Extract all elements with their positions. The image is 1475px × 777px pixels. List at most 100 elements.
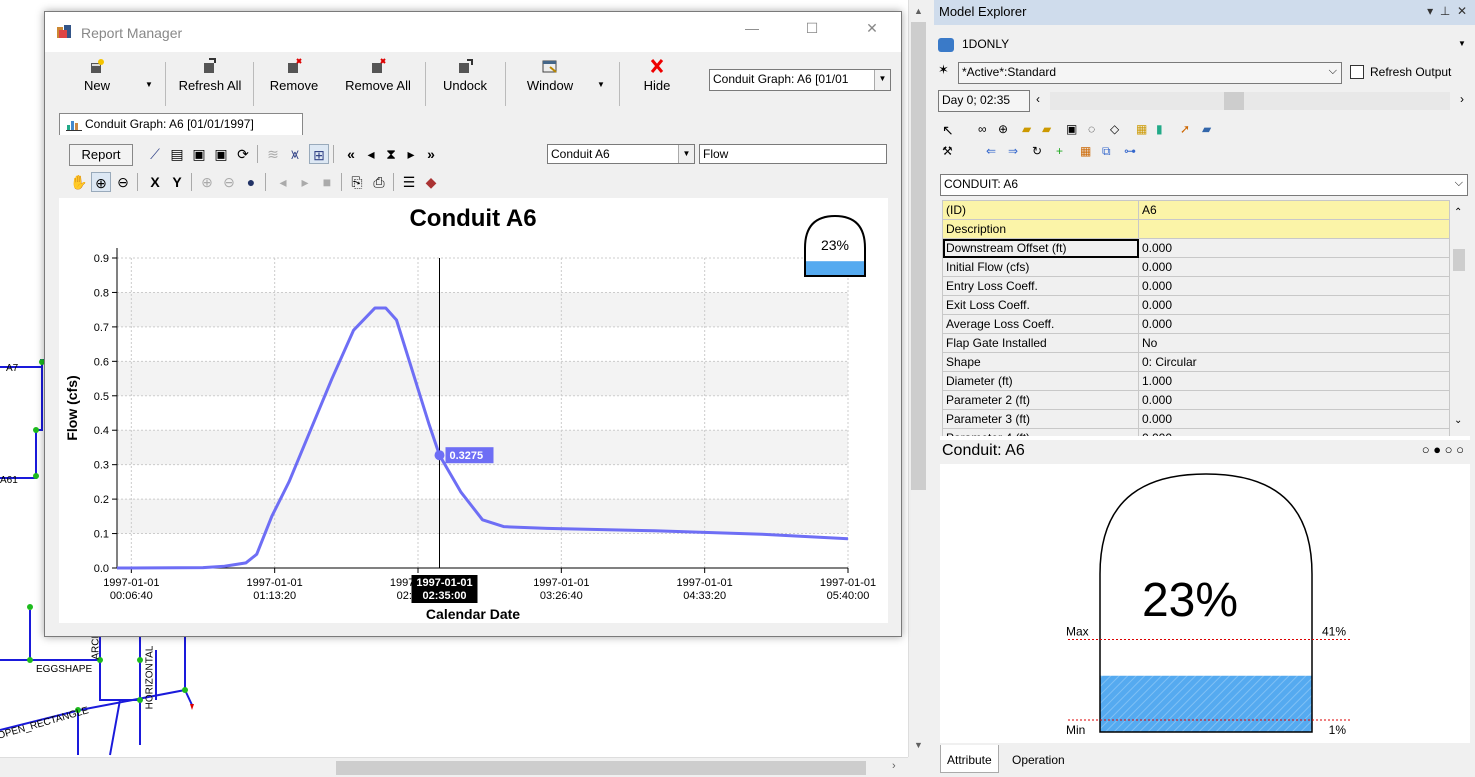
y-axis-icon[interactable]: Y [167, 172, 187, 192]
print-icon[interactable]: ⎙ [369, 172, 389, 192]
time-prev-icon[interactable]: ‹ [1036, 92, 1040, 106]
pan-hand-icon[interactable]: ✋ [69, 172, 89, 192]
eraser-icon[interactable]: ◇ [1110, 122, 1119, 136]
property-value[interactable]: A6 [1138, 200, 1450, 220]
scroll-up-icon[interactable]: ⌃ [1454, 207, 1462, 218]
open-icon[interactable]: ▰ [1042, 122, 1051, 136]
chart-area-icon[interactable]: ≋ [263, 144, 283, 164]
pipe-icon[interactable]: ⊶ [1124, 144, 1136, 158]
zoom-in-icon[interactable]: ⊕ [91, 172, 111, 192]
graph-select[interactable]: Conduit Graph: A6 [01/01 ▼ [709, 69, 891, 91]
model-row[interactable]: 1DONLY ▼ [938, 37, 1468, 52]
property-row[interactable]: Shape 0: Circular [942, 352, 1450, 372]
property-value[interactable]: 0.000 [1138, 390, 1450, 410]
history-icon[interactable]: ↻ [1032, 144, 1042, 158]
property-value[interactable] [1138, 219, 1450, 239]
property-value[interactable]: 0.000 [1138, 238, 1450, 258]
grid-icon[interactable]: ▦ [1080, 144, 1091, 158]
hide-button[interactable]: Hide [635, 58, 679, 93]
shape-icon[interactable]: ◌ [1088, 122, 1095, 136]
property-scroll-thumb[interactable] [1453, 249, 1465, 271]
property-row[interactable]: Downstream Offset (ft) 0.000 [942, 238, 1450, 258]
scroll-down-icon[interactable]: ⌄ [1454, 415, 1462, 426]
scenario-select[interactable]: *Active*:Standard ⌵ [958, 62, 1342, 84]
property-value[interactable]: 0.000 [1138, 257, 1450, 277]
copy-icon[interactable]: ▤ [167, 144, 187, 164]
property-value[interactable]: 0.000 [1138, 295, 1450, 315]
chevron-down-icon[interactable]: ▼ [874, 70, 890, 90]
property-value[interactable]: 0: Circular [1138, 352, 1450, 372]
copy-clipboard-icon[interactable]: ⎘ [347, 172, 367, 192]
property-row[interactable]: Description [942, 219, 1450, 239]
globe-icon[interactable]: ● [241, 172, 261, 192]
property-row[interactable]: Entry Loss Coeff. 0.000 [942, 276, 1450, 296]
last-step-icon[interactable]: » [421, 144, 441, 164]
flow-chart[interactable]: Conduit A6 Calendar Date Flow (cfs) 0.0 0… [59, 198, 888, 623]
panel-splitter[interactable] [927, 0, 934, 777]
variable-field[interactable]: Flow [699, 144, 887, 164]
time-next-icon[interactable]: › [1460, 92, 1464, 106]
save-all-icon[interactable]: ▣ [211, 144, 231, 164]
property-row[interactable]: Initial Flow (cfs) 0.000 [942, 257, 1450, 277]
zoom-icon[interactable]: ⊕ [998, 122, 1008, 136]
remove-all-button[interactable]: Remove All [337, 58, 419, 93]
new-button[interactable]: New [79, 58, 115, 93]
book-icon[interactable]: ◆ [421, 172, 441, 192]
property-row[interactable]: Flap Gate Installed No [942, 333, 1450, 353]
new-dropdown-icon[interactable]: ▼ [145, 80, 153, 89]
hammer-icon[interactable]: ⚒ [942, 144, 953, 158]
property-value[interactable]: 0.000 [1138, 314, 1450, 334]
pin-icon[interactable]: ▾ ⊥ ✕ [1427, 4, 1467, 18]
property-value[interactable]: No [1138, 333, 1450, 353]
run-icon[interactable]: ➚ [1180, 122, 1190, 136]
link-icon[interactable]: ∞ [978, 122, 987, 136]
library-icon[interactable]: ▰ [1202, 122, 1211, 136]
save-icon[interactable]: ▣ [189, 144, 209, 164]
scroll-thumb[interactable] [911, 22, 926, 490]
chevron-down-icon[interactable]: ⌵ [1329, 65, 1337, 78]
scroll-up-icon[interactable]: ▲ [909, 6, 928, 16]
close-button[interactable]: ✕ [857, 20, 887, 44]
copy-icon[interactable]: ⧉ [1102, 144, 1111, 159]
property-row[interactable]: Exit Loss Coeff. 0.000 [942, 295, 1450, 315]
page-dots[interactable]: ○ ● ○ ○ [1421, 442, 1464, 457]
refresh-output-checkbox[interactable] [1350, 65, 1364, 79]
property-row[interactable]: Parameter 2 (ft) 0.000 [942, 390, 1450, 410]
hscroll-thumb[interactable] [336, 761, 866, 775]
time-slider-thumb[interactable] [1224, 92, 1244, 110]
play-back-icon[interactable]: ◂ [273, 172, 293, 192]
play-icon[interactable]: ▸ [295, 172, 315, 192]
x-axis-icon[interactable]: X [145, 172, 165, 192]
zoom-out-icon[interactable]: ⊖ [113, 172, 133, 192]
add-id-icon[interactable]: + [1056, 144, 1063, 158]
save-icon[interactable]: ▣ [1066, 122, 1077, 136]
table-icon[interactable]: ▦ [1136, 122, 1147, 136]
tab-attribute[interactable]: Attribute [940, 745, 999, 773]
zoom-in-disabled-icon[interactable]: ⊕ [197, 172, 217, 192]
window-dropdown-icon[interactable]: ▼ [597, 80, 605, 89]
report-manager-titlebar[interactable]: Report Manager — ☐ ✕ [45, 12, 901, 52]
chart-icon[interactable]: ▮ [1156, 122, 1163, 136]
zoom-out-disabled-icon[interactable]: ⊖ [219, 172, 239, 192]
model-dropdown-icon[interactable]: ▼ [1458, 39, 1466, 48]
scroll-down-icon[interactable]: ▼ [909, 740, 928, 750]
property-row[interactable]: (ID) A6 [942, 200, 1450, 220]
scroll-right-icon[interactable]: › [892, 760, 896, 772]
prev-step-icon[interactable]: ◂ [361, 144, 381, 164]
tab-operation[interactable]: Operation [1006, 745, 1071, 773]
undock-button[interactable]: Undock [433, 58, 497, 93]
minimize-button[interactable]: — [737, 20, 767, 44]
chevron-down-icon[interactable]: ▼ [678, 145, 694, 163]
map-vertical-scrollbar[interactable]: ▲ ▼ [908, 0, 927, 757]
properties-icon[interactable]: ☰ [399, 172, 419, 192]
window-button[interactable]: Window [513, 58, 587, 93]
stop-icon[interactable]: ■ [317, 172, 337, 192]
chart-line-icon[interactable]: ⟋ [145, 144, 165, 164]
property-scrollbar[interactable]: ⌃ ⌄ [1450, 197, 1468, 431]
tab-conduit-graph[interactable]: Conduit Graph: A6 [01/01/1997] [59, 113, 303, 135]
maximize-button[interactable]: ☐ [797, 20, 827, 44]
property-value[interactable]: 0.000 [1138, 409, 1450, 429]
property-value[interactable]: 0.000 [1138, 276, 1450, 296]
forward-arrow-icon[interactable]: ⇒ [1008, 144, 1018, 158]
property-row[interactable]: Parameter 3 (ft) 0.000 [942, 409, 1450, 429]
